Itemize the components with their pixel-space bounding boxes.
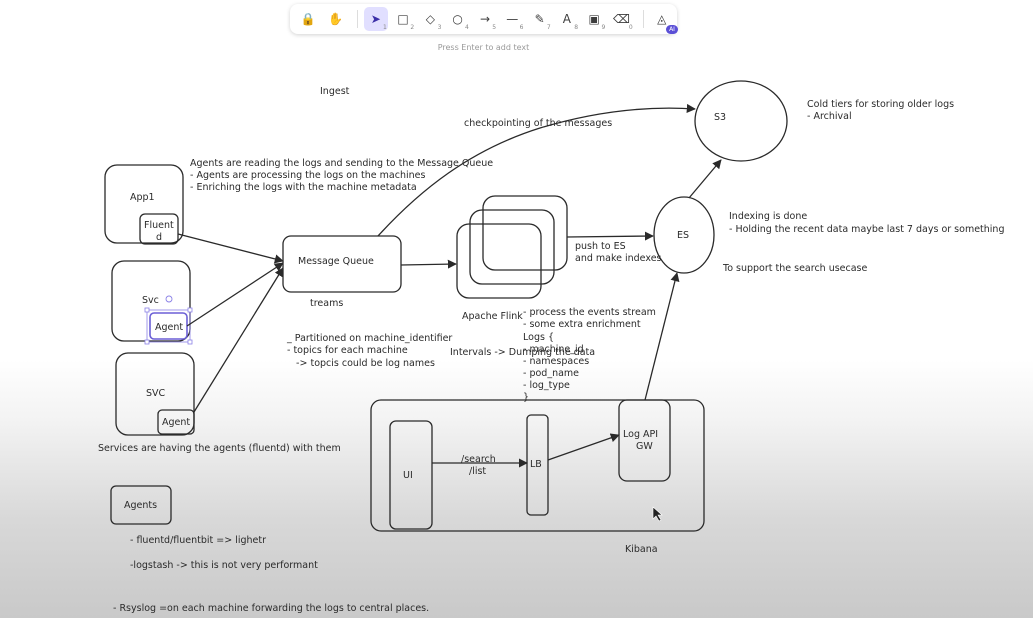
index-note-line2: - Holding the recent data maybe last 7 d…	[729, 224, 1004, 235]
flink-note-line8: }	[523, 392, 529, 403]
agent-tools-note-line2: -logstash -> this is not very performant	[130, 560, 318, 571]
streams-label: treams	[310, 298, 343, 309]
arrow-flink-to-es[interactable]	[566, 231, 654, 241]
fluentd-label-line2: d	[156, 232, 162, 243]
agent2-label: Agent	[162, 417, 190, 428]
arrow-lb-to-gw[interactable]	[547, 433, 620, 461]
apache-flink-label: Apache Flink	[462, 311, 523, 322]
checkpointing-label: checkpointing of the messages	[464, 118, 612, 129]
selection-handle[interactable]	[187, 339, 193, 345]
es-label: ES	[677, 230, 689, 241]
whiteboard-canvas[interactable]: Ingest App1 Fluent d Svc Agent SVC Agent…	[0, 0, 1033, 618]
flink-note-line2: - some extra enrichment	[523, 319, 641, 330]
search-list-line1: /search	[461, 454, 496, 465]
partition-note-line3: -> topcis could be log names	[287, 358, 435, 369]
app1-box[interactable]	[104, 164, 184, 244]
selection-handle[interactable]	[144, 307, 150, 313]
svc1-label: Svc	[142, 295, 159, 306]
cold-note-line1: Cold tiers for storing older logs	[807, 99, 954, 110]
intervals-note: Intervals -> Dumping the data	[450, 347, 595, 358]
agents-note-line3: - Enriching the logs with the machine me…	[190, 182, 417, 193]
agents-box-label: Agents	[124, 500, 157, 511]
agent1-label: Agent	[155, 322, 183, 333]
index-note-line1: Indexing is done	[729, 211, 807, 222]
arrow-fluentd-to-mq[interactable]	[177, 233, 284, 264]
arrow-mq-to-flink[interactable]	[400, 259, 457, 269]
services-note: Services are having the agents (fluentd)…	[98, 443, 341, 454]
arrow-agent1-to-mq[interactable]	[186, 262, 284, 327]
search-note: To support the search usecase	[722, 263, 868, 274]
arrow-agent2-to-mq[interactable]	[193, 267, 284, 413]
agents-note-line2: - Agents are processing the logs on the …	[190, 170, 425, 181]
arrow-gw-to-es[interactable]	[644, 272, 680, 401]
cold-note-line2: - Archival	[807, 111, 852, 122]
s3-label: S3	[714, 112, 726, 123]
mouse-cursor	[652, 506, 663, 522]
ui-label: UI	[403, 470, 413, 481]
lb-label: LB	[530, 459, 542, 470]
gw-label-line2: GW	[636, 441, 653, 452]
agent-tools-note-line1: - fluentd/fluentbit => lighetr	[130, 535, 266, 546]
flink-note-line1: - process the events stream	[523, 307, 656, 318]
fluentd-label-line1: Fluent	[144, 220, 174, 231]
svc2-label: SVC	[146, 388, 166, 399]
push-to-es-line1: push to ES	[575, 241, 626, 252]
agents-note-line1: Agents are reading the logs and sending …	[190, 158, 493, 169]
flink-note-line6: - pod_name	[523, 368, 579, 379]
push-to-es-line2: and make indexes	[575, 253, 662, 264]
arrow-es-to-s3[interactable]	[688, 159, 722, 199]
flink-note-line3: Logs {	[523, 332, 554, 343]
partition-note-line1: _ Partitioned on machine_identifier	[286, 333, 452, 344]
selection-handle[interactable]	[144, 339, 150, 345]
partition-note-line2: - topics for each machine	[287, 345, 408, 356]
agent-tools-note-line3: - Rsyslog =on each machine forwarding th…	[113, 603, 429, 614]
selection-handle[interactable]	[187, 307, 193, 313]
flink-note-line7: - log_type	[523, 380, 570, 391]
search-list-line2: /list	[469, 466, 486, 477]
kibana-label: Kibana	[625, 544, 658, 555]
rotation-handle[interactable]	[165, 295, 173, 303]
message-queue-label: Message Queue	[298, 256, 374, 267]
s3-circle[interactable]	[694, 80, 788, 162]
app1-label: App1	[130, 192, 155, 203]
gw-label-line1: Log API	[623, 429, 658, 440]
ingest-label: Ingest	[320, 86, 350, 97]
